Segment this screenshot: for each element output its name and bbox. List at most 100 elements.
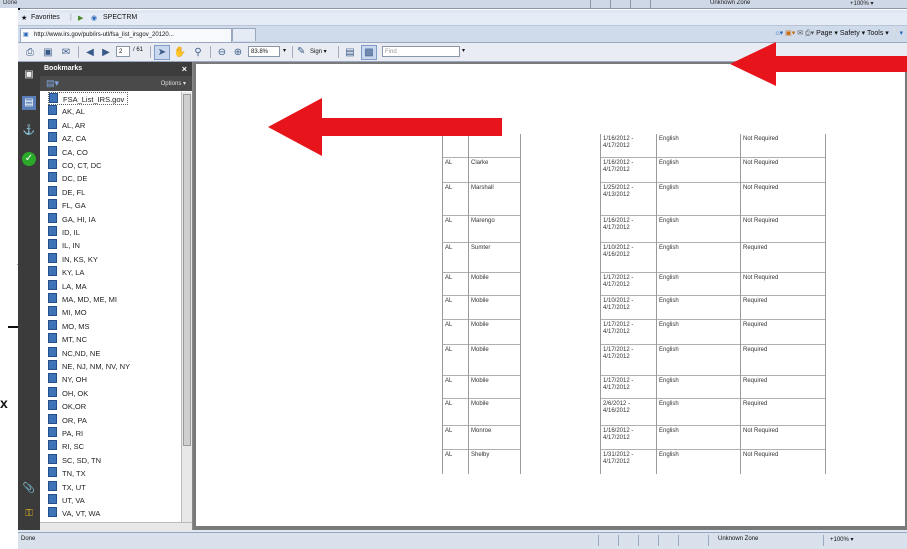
bookmark-item[interactable]: PA, RI: [48, 427, 83, 438]
bookmark-item[interactable]: NY, OH: [48, 373, 87, 384]
expand-bookmark-icon[interactable]: ▤▾: [46, 78, 59, 89]
table-column-divider: [825, 134, 826, 474]
bookmark-item[interactable]: MA, MD, ME, MI: [48, 293, 117, 304]
find-options-chevron-icon[interactable]: ▾: [462, 47, 465, 54]
previous-page-icon[interactable]: ◀: [82, 45, 98, 60]
browser-tab[interactable]: ▣ http://www.irs.gov/pub/irs-utl/fsa_lis…: [20, 28, 232, 42]
bookmark-page-icon: [48, 494, 57, 504]
toolbar-separator: [210, 46, 211, 58]
mail-icon[interactable]: ✉: [797, 30, 803, 37]
print-icon[interactable]: ⎙▾: [805, 30, 814, 37]
bookmark-item[interactable]: ID, IL: [48, 226, 80, 237]
zoom-out-icon[interactable]: ⊖: [214, 45, 230, 60]
table-cell-state: AL: [445, 275, 453, 281]
table-row-divider: [600, 344, 825, 345]
bookmark-page-icon: [48, 319, 57, 330]
chevron-down-icon[interactable]: ▾: [283, 47, 286, 54]
bookmark-page-icon: [48, 293, 57, 303]
bookmark-item[interactable]: MT, NC: [48, 333, 87, 344]
tools-menu[interactable]: Tools ▾: [867, 30, 889, 37]
bookmark-item[interactable]: LA, MA: [48, 279, 87, 291]
bookmark-item[interactable]: RI, SC: [48, 440, 84, 451]
bookmark-item[interactable]: OH, OK: [48, 386, 88, 398]
bookmark-label: LA, MA: [62, 281, 87, 291]
bookmarks-panel: Bookmarks × ▤▾ Options ▾ FSA_List_IRS.go…: [40, 62, 193, 531]
next-page-icon[interactable]: ▶: [98, 45, 114, 60]
table-row-divider: [442, 449, 520, 450]
favorites-star-icon[interactable]: ★: [21, 14, 27, 22]
bookmark-item[interactable]: NE, NJ, NM, NV, NY: [48, 360, 130, 371]
help-icon[interactable]: ❔▾: [891, 30, 903, 37]
pages-icon[interactable]: ▣: [22, 68, 36, 82]
save-icon[interactable]: ▣: [40, 45, 56, 60]
bookmark-item[interactable]: CA, CO: [48, 145, 88, 157]
status-divider: [610, 0, 611, 8]
marquee-zoom-icon[interactable]: ⚲: [190, 45, 206, 60]
table-cell-language: English: [659, 322, 679, 328]
bookmark-item[interactable]: NC,ND, NE: [48, 346, 100, 358]
page-number-input[interactable]: 2: [116, 46, 130, 57]
bookmark-item[interactable]: IN, KS, KY: [48, 252, 98, 264]
bookmark-item[interactable]: FL, GA: [48, 199, 86, 210]
bookmark-label: OR, PA: [62, 415, 87, 425]
close-icon[interactable]: ×: [182, 64, 187, 74]
zoom-in-icon[interactable]: ⊕: [230, 45, 246, 60]
safety-menu[interactable]: Safety ▾: [840, 30, 865, 37]
feeds-icon[interactable]: ▣▾: [785, 30, 795, 37]
paperclip-icon[interactable]: 📎: [22, 482, 36, 496]
bookmark-item[interactable]: AL, AR: [48, 118, 85, 130]
suggested-sites-icon[interactable]: ▶: [78, 14, 83, 22]
favorites-label[interactable]: Favorites: [31, 14, 60, 21]
find-input[interactable]: Find: [382, 46, 460, 57]
bookmarks-scrollbar[interactable]: [181, 92, 192, 522]
favorites-link-spectrm[interactable]: SPECTRM: [103, 14, 137, 21]
page-menu[interactable]: Page ▾: [816, 30, 838, 37]
bookmark-item[interactable]: VA, VT, WA: [48, 507, 100, 518]
new-tab-button[interactable]: [232, 28, 256, 41]
table-cell-county: Mobile: [471, 275, 489, 281]
full-screen-icon[interactable]: ▩: [361, 45, 377, 60]
sign-menu[interactable]: Sign ▾: [310, 48, 327, 55]
bookmark-item[interactable]: KY, LA: [48, 266, 84, 277]
bookmark-item[interactable]: UT, VA: [48, 494, 85, 505]
bookmark-item[interactable]: SC, SD, TN: [48, 453, 101, 465]
table-cell-status: Required: [743, 322, 768, 328]
print-icon[interactable]: ⎙: [22, 45, 38, 60]
sign-pen-icon[interactable]: ✎: [297, 46, 305, 57]
bookmark-item[interactable]: FSA_List_IRS.gov: [48, 92, 129, 105]
select-tool-icon[interactable]: ➤: [154, 45, 170, 60]
bookmark-item[interactable]: CO, CT, DC: [48, 159, 102, 170]
zoom-level-text[interactable]: +100% ▾: [830, 536, 854, 543]
signatures-icon[interactable]: ✓: [22, 152, 36, 166]
home-icon[interactable]: ⌂▾: [775, 30, 783, 37]
table-cell-state: AL: [445, 401, 453, 407]
bookmark-item[interactable]: DE, FL: [48, 185, 85, 197]
bookmark-item[interactable]: GA, HI, IA: [48, 212, 96, 224]
hand-tool-icon[interactable]: ✋: [172, 45, 188, 60]
bookmark-item[interactable]: AZ, CA: [48, 132, 86, 143]
fit-width-icon[interactable]: ▤: [342, 45, 358, 60]
scrollbar-thumb[interactable]: [183, 94, 191, 446]
options-menu[interactable]: Options ▾: [161, 80, 186, 87]
bookmarks-horizontal-scrollbar[interactable]: [40, 522, 192, 531]
bookmark-item[interactable]: AK, AL: [48, 105, 85, 116]
bookmark-item[interactable]: TN, TX: [48, 467, 86, 478]
email-icon[interactable]: ✉: [58, 45, 74, 60]
bookmark-item[interactable]: MO, MS: [48, 319, 90, 331]
bookmarks-icon[interactable]: ▤: [22, 96, 36, 110]
bookmark-item[interactable]: TX, UT: [48, 480, 86, 492]
bookmark-item[interactable]: DC, DE: [48, 172, 87, 183]
zoom-select[interactable]: 83.8%: [248, 46, 280, 57]
attachments-icon[interactable]: ⚓: [22, 124, 36, 138]
bookmark-page-icon: [48, 453, 57, 464]
comments-key-icon[interactable]: ⚿: [22, 507, 36, 521]
bookmark-item[interactable]: MI, MO: [48, 306, 87, 317]
bookmark-item[interactable]: OK,OR: [48, 400, 86, 411]
bookmark-item[interactable]: OR, PA: [48, 413, 87, 425]
bookmarks-toolbar: ▤▾ Options ▾: [40, 76, 192, 91]
bookmark-page-icon: [48, 105, 57, 116]
bookmark-label: OK,OR: [62, 402, 87, 412]
table-cell-status: Not Required: [743, 428, 779, 434]
bookmark-label: VA, VT, WA: [62, 509, 101, 519]
bookmark-item[interactable]: IL, IN: [48, 239, 80, 250]
